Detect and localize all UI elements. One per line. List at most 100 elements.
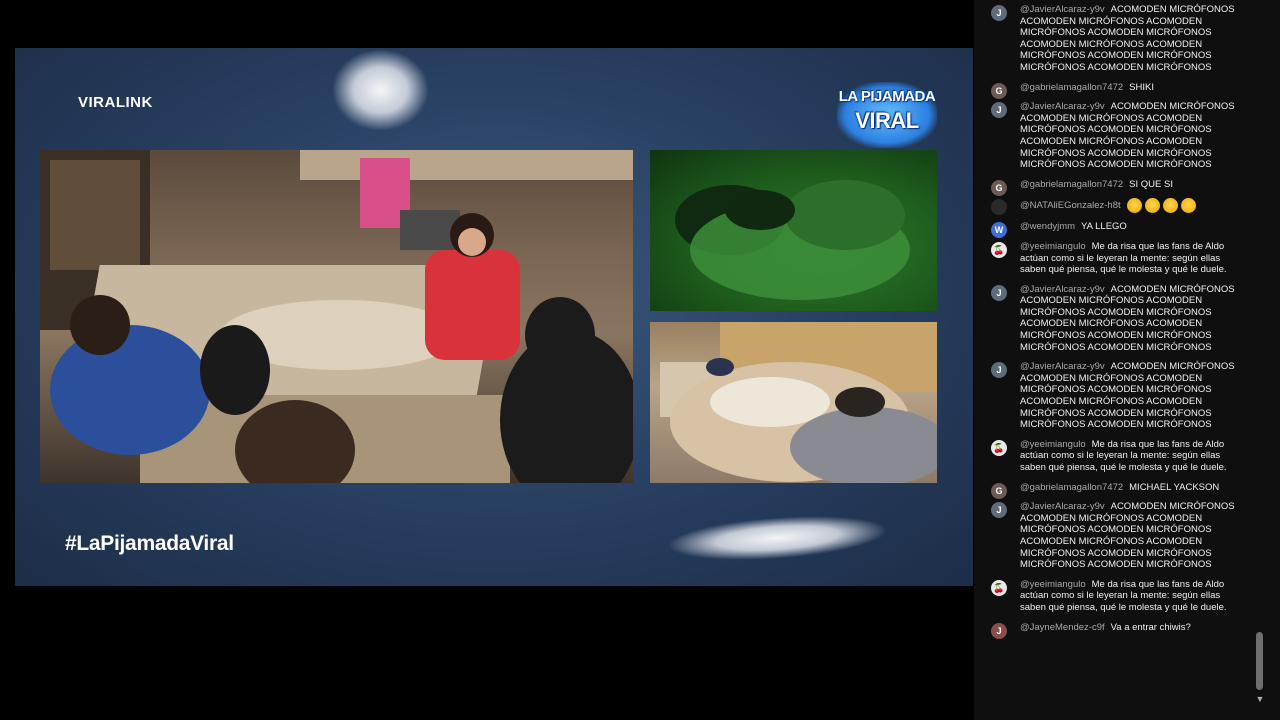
camera-night-vision — [650, 150, 937, 311]
chat-author[interactable]: @yeeimiangulo — [1020, 241, 1086, 252]
feather-decoration — [333, 50, 428, 130]
avatar[interactable]: J — [991, 102, 1007, 119]
chat-message-text: ACOMODEN MICRÓFONOS — [1110, 283, 1235, 295]
chat-author[interactable]: @JavierAlcaraz-y9v — [1020, 361, 1105, 372]
chat-author[interactable]: @yeeimiangulo — [1020, 579, 1086, 590]
chat-message-text: MICRÓFONOS ACOMODEN MICRÓFONOS — [1020, 524, 1212, 536]
avatar[interactable] — [991, 199, 1007, 216]
avatar[interactable]: G — [991, 179, 1007, 196]
laughing-emoji-icon — [1180, 198, 1196, 214]
chat-message-text: MICRÓFONOS ACOMODEN MICRÓFONOS — [1020, 147, 1212, 159]
chat-message: J @JavierAlcaraz-y9v ACOMODEN MICRÓFONOS AC… — [974, 497, 1252, 575]
laughing-emoji-icon — [1126, 198, 1142, 214]
chat-author[interactable]: @yeeimiangulo — [1020, 439, 1086, 450]
chat-author[interactable]: @JavierAlcaraz-y9v — [1020, 284, 1105, 295]
chat-message-text: MICRÓFONOS ACOMODEN MICRÓFONOS — [1020, 547, 1212, 559]
chat-message-text: Me da risa que las fans de Aldo — [1091, 438, 1225, 450]
chat-scrollbar[interactable]: ▼ — [1254, 0, 1266, 720]
avatar[interactable]: 🍒 — [991, 241, 1007, 258]
avatar[interactable]: J — [991, 502, 1007, 519]
chat-message: 🍒 @yeeimiangulo Me da risa que las fans de… — [974, 575, 1252, 618]
chat-message: @NATAliEGonzalez-h8t — [974, 194, 1252, 217]
chat-message-text: MICRÓFONOS ACOMODEN MICRÓFONOS — [1020, 124, 1212, 136]
scrollbar-thumb[interactable] — [1256, 632, 1263, 690]
chat-message-text: ACOMODEN MICRÓFONOS — [1110, 361, 1235, 373]
avatar[interactable]: G — [991, 482, 1007, 499]
chat-message-text: ACOMODEN MICRÓFONOS ACOMODEN — [1020, 396, 1203, 408]
chat-message-text: ACOMODEN MICRÓFONOS ACOMODEN — [1020, 535, 1203, 547]
chat-message-text: ACOMODEN MICRÓFONOS ACOMODEN — [1020, 112, 1203, 124]
chat-author[interactable]: @NATAliEGonzalez-h8t — [1020, 200, 1121, 211]
chat-message-text: SI QUE SI — [1129, 178, 1173, 190]
video-player[interactable]: VIRALINK LA PIJAMADA VIRAL #LaPijamadaVi… — [0, 0, 974, 720]
chat-message-text: ACOMODEN MICRÓFONOS ACOMODEN — [1020, 372, 1203, 384]
laughing-emoji-icon — [1144, 198, 1160, 214]
chat-author[interactable]: @gabrielamagallon7472 — [1020, 179, 1123, 190]
chat-author[interactable]: @JavierAlcaraz-y9v — [1020, 101, 1105, 112]
scroll-down-arrow-icon[interactable]: ▼ — [1255, 694, 1265, 704]
chat-message-text: ACOMODEN MICRÓFONOS ACOMODEN — [1020, 318, 1203, 330]
chat-message-text: YA LLEGO — [1081, 221, 1127, 233]
chat-author[interactable]: @JavierAlcaraz-y9v — [1020, 501, 1105, 512]
chat-message-text: MICRÓFONOS ACOMODEN MICRÓFONOS — [1020, 384, 1212, 396]
avatar[interactable]: W — [991, 222, 1007, 239]
chat-message-text: ACOMODEN MICRÓFONOS — [1110, 501, 1235, 513]
chat-message-text: Me da risa que las fans de Aldo — [1091, 240, 1225, 252]
chat-message-text: ACOMODEN MICRÓFONOS ACOMODEN — [1020, 512, 1203, 524]
chat-message-text: saben qué piensa, qué le molesta y qué l… — [1020, 462, 1227, 473]
avatar[interactable]: J — [991, 362, 1007, 379]
chat-message: J @JavierAlcaraz-y9v ACOMODEN MICRÓFONOS AC… — [974, 280, 1252, 358]
chat-message-text: actúan como si le leyeran la mente: segú… — [1020, 450, 1221, 462]
chat-message-text: ACOMODEN MICRÓFONOS ACOMODEN — [1020, 295, 1203, 307]
chat-message-text: MICRÓFONOS ACOMODEN MICRÓFONOS — [1020, 330, 1212, 342]
chat-message-text: Va a entrar chiwis? — [1110, 621, 1191, 633]
chat-author[interactable]: @JayneMendez-c9f — [1020, 622, 1105, 633]
chat-message-text: SHIKI — [1129, 81, 1154, 93]
chat-message-text: MICRÓFONOS ACOMODEN MICRÓFONOS — [1020, 50, 1212, 62]
chat-author[interactable]: @wendyjmm — [1020, 221, 1075, 232]
video-frame: VIRALINK LA PIJAMADA VIRAL #LaPijamadaVi… — [15, 48, 973, 586]
avatar[interactable]: 🍒 — [991, 439, 1007, 456]
chat-message: J @JayneMendez-c9f Va a entrar chiwis? — [974, 618, 1252, 639]
laughing-emoji-icon — [1162, 198, 1178, 214]
chat-message-text: MICHAEL YACKSON — [1129, 481, 1220, 493]
chat-message-text: MICRÓFONOS ACOMODEN MICRÓFONOS — [1020, 559, 1212, 571]
chat-message: W @wendyjmm YA LLEGO — [974, 217, 1252, 239]
chat-message-text: ACOMODEN MICRÓFONOS ACOMODEN — [1020, 38, 1203, 50]
chat-message: G @gabrielamagallon7472 MICHAEL YACKSON — [974, 478, 1252, 499]
camera-kitchen — [40, 150, 633, 483]
chat-message-text: MICRÓFONOS ACOMODEN MICRÓFONOS — [1020, 159, 1212, 171]
chat-author[interactable]: @JavierAlcaraz-y9v — [1020, 4, 1105, 15]
logo-line2: VIRAL — [855, 108, 919, 133]
avatar[interactable]: J — [991, 5, 1007, 21]
chat-message-text: MICRÓFONOS ACOMODEN MICRÓFONOS — [1020, 341, 1212, 353]
live-chat[interactable]: J @JavierAlcaraz-y9v ACOMODEN MICRÓFONOS AC… — [974, 0, 1280, 720]
avatar[interactable]: J — [991, 622, 1007, 639]
chat-message-text: ACOMODEN MICRÓFONOS ACOMODEN — [1020, 135, 1203, 147]
avatar[interactable]: G — [991, 82, 1007, 99]
chat-author[interactable]: @gabrielamagallon7472 — [1020, 82, 1123, 93]
feather-decoration — [668, 510, 887, 566]
chat-message: J @JavierAlcaraz-y9v ACOMODEN MICRÓFONOS AC… — [974, 357, 1252, 435]
avatar[interactable]: 🍒 — [991, 579, 1007, 596]
chat-message: G @gabrielamagallon7472 SHIKI — [974, 78, 1252, 99]
camera-bedroom — [650, 322, 937, 483]
chat-message-text: Me da risa que las fans de Aldo — [1091, 578, 1225, 590]
chat-message-text: saben qué piensa, qué le molesta y qué l… — [1020, 601, 1227, 613]
hashtag-text: #LaPijamadaViral — [65, 532, 234, 555]
brand-logo: VIRALINK — [78, 94, 153, 111]
chat-message-text: actúan como si le leyeran la mente: segú… — [1020, 252, 1221, 264]
chat-message-text: MICRÓFONOS ACOMODEN MICRÓFONOS — [1020, 27, 1212, 39]
chat-message: 🍒 @yeeimiangulo Me da risa que las fans de… — [974, 435, 1252, 478]
chat-message: J @JavierAlcaraz-y9v ACOMODEN MICRÓFONOS AC… — [974, 0, 1252, 78]
logo-line1: LA PIJAMADA — [838, 88, 936, 105]
chat-message-text: actúan como si le leyeran la mente: segú… — [1020, 590, 1221, 602]
avatar[interactable]: J — [991, 284, 1007, 301]
chat-message-text: ACOMODEN MICRÓFONOS — [1110, 101, 1235, 113]
chat-message: G @gabrielamagallon7472 SI QUE SI — [974, 175, 1252, 196]
chat-message-list[interactable]: J @JavierAlcaraz-y9v ACOMODEN MICRÓFONOS AC… — [974, 0, 1252, 639]
chat-message: 🍒 @yeeimiangulo Me da risa que las fans de… — [974, 237, 1252, 280]
chat-message-text: ACOMODEN MICRÓFONOS ACOMODEN — [1020, 15, 1203, 27]
chat-author[interactable]: @gabrielamagallon7472 — [1020, 482, 1123, 493]
show-logo: LA PIJAMADA VIRAL — [833, 82, 941, 148]
